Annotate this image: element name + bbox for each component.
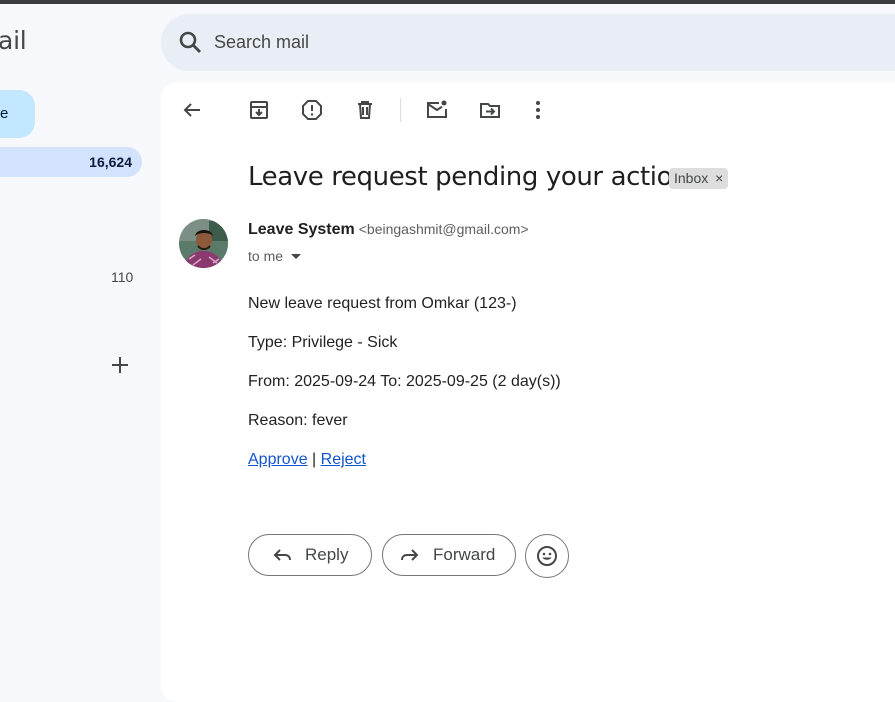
reject-link[interactable]: Reject bbox=[321, 451, 366, 468]
body-line-dates: From: 2025-09-24 To: 2025-09-25 (2 day(s… bbox=[248, 373, 561, 390]
compose-button[interactable]: e bbox=[0, 90, 35, 138]
inbox-label-chip[interactable]: Inbox × bbox=[669, 168, 729, 189]
message-panel: Leave request pending your action Inbox … bbox=[161, 82, 895, 702]
link-separator: | bbox=[307, 451, 321, 468]
recipient-details-toggle[interactable]: to me bbox=[248, 248, 302, 264]
inbox-unread-count: 16,624 bbox=[89, 154, 132, 170]
logo-visible-text: mail bbox=[0, 26, 27, 55]
reply-icon bbox=[273, 549, 291, 561]
forward-icon bbox=[401, 549, 419, 561]
search-icon[interactable] bbox=[177, 29, 205, 57]
reply-label: Reply bbox=[305, 545, 349, 564]
archive-icon[interactable] bbox=[247, 98, 271, 122]
smiley-icon bbox=[537, 546, 557, 566]
move-to-icon[interactable] bbox=[478, 98, 502, 122]
window-top-edge bbox=[0, 0, 895, 4]
compose-label-fragment: e bbox=[0, 105, 9, 122]
sidebar-item-count: 110 bbox=[111, 269, 134, 285]
emoji-reaction-button[interactable] bbox=[525, 534, 569, 578]
sidebar-item-inbox[interactable]: 16,624 bbox=[0, 147, 142, 177]
label-name: Inbox bbox=[674, 170, 709, 186]
sender-email: <beingashmit@gmail.com> bbox=[358, 221, 529, 237]
back-arrow-icon[interactable] bbox=[180, 98, 204, 122]
reply-button[interactable]: Reply bbox=[248, 534, 372, 576]
body-line-reason: Reason: fever bbox=[248, 412, 348, 429]
report-spam-icon[interactable] bbox=[300, 98, 324, 122]
delete-icon[interactable] bbox=[353, 98, 377, 122]
body-line-request: New leave request from Omkar (123-) bbox=[248, 295, 517, 312]
gmail-logo-text[interactable]: mail bbox=[0, 26, 27, 55]
sender-avatar[interactable] bbox=[179, 219, 228, 268]
toolbar-divider bbox=[400, 98, 401, 122]
more-vert-icon[interactable] bbox=[526, 98, 550, 122]
search-input[interactable]: Search mail bbox=[214, 32, 309, 53]
mark-unread-icon[interactable] bbox=[425, 98, 449, 122]
body-line-actions: Approve | Reject bbox=[248, 451, 366, 469]
search-bar[interactable]: Search mail bbox=[161, 14, 895, 71]
sender-name[interactable]: Leave System bbox=[248, 221, 355, 238]
to-line: to me bbox=[248, 248, 284, 264]
remove-label-icon[interactable]: × bbox=[715, 170, 723, 186]
approve-link[interactable]: Approve bbox=[248, 451, 308, 468]
caret-down-icon[interactable] bbox=[291, 254, 302, 259]
body-line-type: Type: Privilege - Sick bbox=[248, 334, 398, 351]
sender-line: Leave System <beingashmit@gmail.com> bbox=[248, 221, 529, 239]
message-subject: Leave request pending your action bbox=[248, 162, 689, 192]
forward-label: Forward bbox=[433, 545, 496, 564]
forward-button[interactable]: Forward bbox=[382, 534, 516, 576]
add-label-icon[interactable] bbox=[109, 354, 131, 376]
